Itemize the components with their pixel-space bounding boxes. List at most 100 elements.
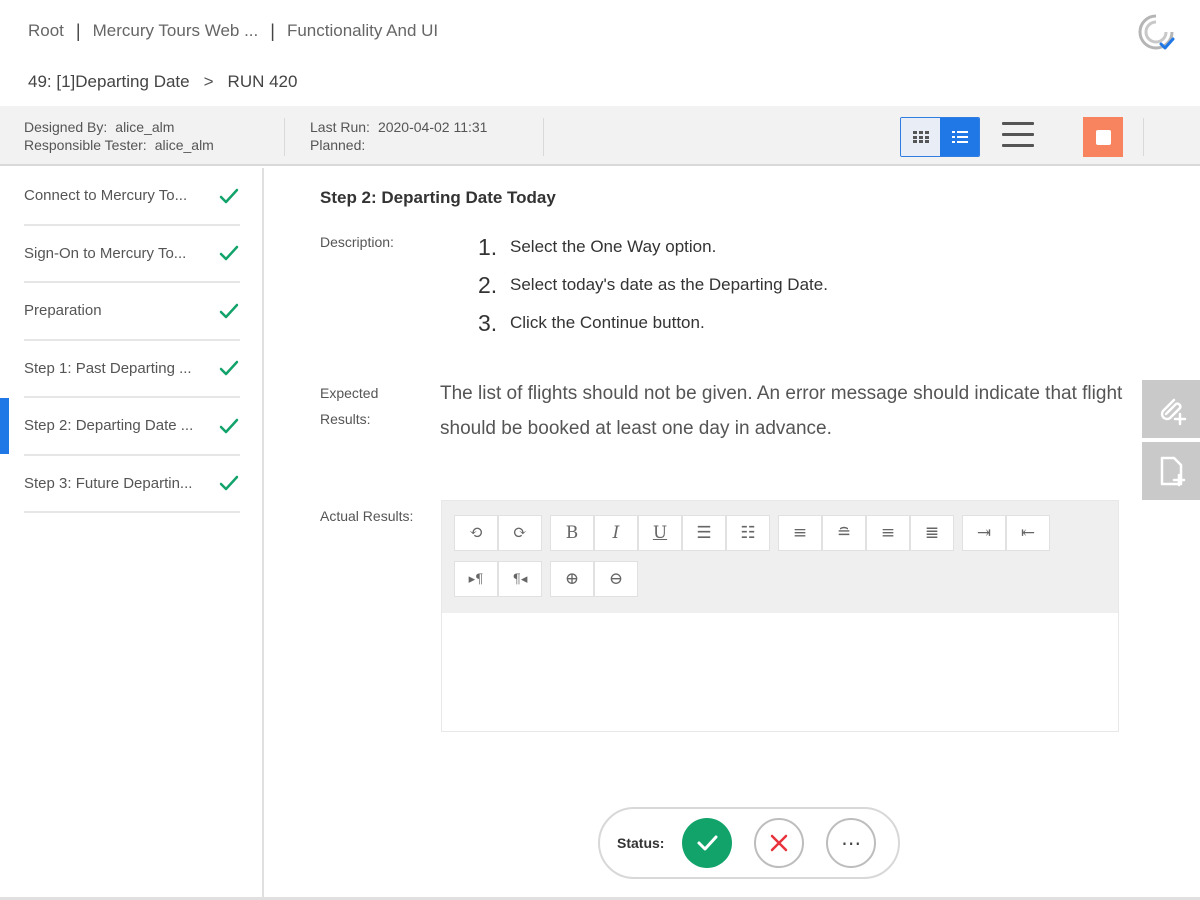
step-item[interactable]: Step 1: Past Departing ...: [24, 341, 240, 398]
history-group: ⟲ ⟳: [454, 515, 542, 551]
ltr-button[interactable]: ▸¶: [454, 561, 498, 597]
run-dates: Last Run: 2020-04-02 11:31 Planned:: [310, 118, 487, 154]
more-status-button[interactable]: ⋯: [826, 818, 877, 868]
breadcrumb: Root | Mercury Tours Web ... | Functiona…: [0, 0, 1200, 62]
actual-results-label: Actual Results:: [320, 508, 414, 524]
breadcrumb-item-root[interactable]: Root: [28, 21, 64, 41]
expected-results-label: Expected Results:: [320, 385, 379, 427]
zoom-in-button[interactable]: ⊕: [550, 561, 594, 597]
breadcrumb-item-folder[interactable]: Functionality And UI: [287, 21, 438, 41]
step-item[interactable]: Sign-On to Mercury To...: [24, 226, 240, 283]
status-bar: Status: ⋯: [598, 807, 900, 879]
step-label: Step 3: Future Departin...: [24, 474, 193, 492]
add-document-button[interactable]: [1142, 442, 1200, 500]
step-item[interactable]: Step 3: Future Departin...: [24, 456, 240, 513]
step-label: Preparation: [24, 302, 102, 320]
description-item: 3. Click the Continue button.: [478, 309, 705, 336]
actual-results-input[interactable]: [442, 613, 1118, 731]
rtl-button[interactable]: ¶◂: [498, 561, 542, 597]
step-heading: Step 2: Departing Date Today: [320, 188, 556, 207]
run-owners: Designed By: alice_alm Responsible Tester…: [24, 118, 214, 154]
check-icon: [219, 246, 239, 261]
align-group: ≡ ≘ ≡ ≣: [778, 515, 954, 551]
breadcrumb-separator: |: [75, 20, 81, 41]
bullet-list-button[interactable]: ☰: [682, 515, 726, 551]
info-divider: [543, 118, 544, 156]
breadcrumb-item-project[interactable]: Mercury Tours Web ...: [93, 21, 259, 41]
hamburger-menu-icon[interactable]: [1002, 122, 1034, 150]
info-divider: [284, 118, 285, 156]
grid-view-button[interactable]: [901, 118, 940, 156]
toolbar-divider: [1143, 118, 1144, 156]
zoom-out-button[interactable]: ⊖: [594, 561, 638, 597]
step-label: Connect to Mercury To...: [24, 187, 188, 205]
outdent-button[interactable]: ⇤: [1006, 515, 1050, 551]
check-icon: [219, 476, 239, 491]
list-icon: [951, 131, 968, 143]
run-title: 49: [1]Departing Date > RUN 420: [28, 72, 297, 92]
format-group: B I U ☰ ☷: [550, 515, 770, 551]
step-label: Sign-On to Mercury To...: [24, 244, 187, 262]
list-view-button[interactable]: [940, 118, 979, 156]
actual-results-editor: ⟲ ⟳ B I U ☰ ☷ ≡ ≘ ≡ ≣ ⇥ ⇤ ▸¶ ¶◂ ⊕ ⊖: [441, 500, 1119, 732]
step-item[interactable]: Connect to Mercury To...: [24, 168, 240, 226]
step-item-active[interactable]: Step 2: Departing Date ...: [24, 398, 240, 456]
last-run-value: 2020-04-02 11:31: [377, 119, 488, 135]
direction-group: ▸¶ ¶◂: [454, 561, 542, 597]
description-list: 1. Select the One Way option. 2. Select to…: [478, 228, 828, 342]
align-left-button[interactable]: ≡: [778, 515, 822, 551]
check-icon: [219, 361, 239, 376]
breadcrumb-separator: |: [270, 20, 275, 41]
align-right-button[interactable]: ≡: [866, 515, 910, 551]
justify-button[interactable]: ≣: [910, 515, 954, 551]
logo-icon: [1138, 14, 1175, 50]
fail-status-button[interactable]: [754, 818, 805, 868]
planned-label: Planned:: [310, 137, 366, 153]
grid-icon: [912, 131, 929, 143]
close-icon: [770, 834, 788, 852]
description-label: Description:: [320, 234, 394, 250]
add-attachment-button[interactable]: [1142, 380, 1200, 438]
active-step-marker: [0, 398, 9, 454]
indent-button[interactable]: ⇥: [962, 515, 1006, 551]
indent-group: ⇥ ⇤: [962, 515, 1050, 551]
redo-button[interactable]: ⟳: [498, 515, 542, 551]
toolbar-row: ⟲ ⟳ B I U ☰ ☷ ≡ ≘ ≡ ≣ ⇥ ⇤: [454, 515, 1106, 551]
description-item: 1. Select the One Way option.: [478, 233, 717, 260]
responsible-tester-value: alice_alm: [154, 137, 214, 153]
expected-results-text: The list of flights should not be given.…: [440, 383, 1123, 439]
test-name: 49: [1]Departing Date: [28, 72, 190, 91]
editor-toolbar: ⟲ ⟳ B I U ☰ ☷ ≡ ≘ ≡ ≣ ⇥ ⇤ ▸¶ ¶◂ ⊕ ⊖: [442, 501, 1118, 613]
responsible-tester-label: Responsible Tester:: [24, 137, 147, 153]
pass-status-button[interactable]: [682, 818, 733, 868]
step-list: Connect to Mercury To... Sign-On to Merc…: [0, 168, 264, 900]
check-icon: [697, 835, 718, 851]
designed-by-value: alice_alm: [115, 119, 175, 135]
designed-by-label: Designed By:: [24, 119, 108, 135]
step-label: Step 2: Departing Date ...: [24, 417, 194, 435]
toolbar-row: ▸¶ ¶◂ ⊕ ⊖: [454, 561, 1106, 597]
description-item: 2. Select today's date as the Departing D…: [478, 271, 828, 298]
underline-button[interactable]: U: [638, 515, 682, 551]
stop-icon: [1095, 129, 1111, 145]
view-toggle: [900, 117, 980, 157]
more-icon: ⋯: [841, 832, 862, 855]
align-center-button[interactable]: ≘: [822, 515, 866, 551]
zoom-group: ⊕ ⊖: [550, 561, 638, 597]
undo-button[interactable]: ⟲: [454, 515, 498, 551]
status-label: Status:: [617, 835, 665, 851]
check-icon: [219, 418, 239, 433]
check-icon: [219, 188, 239, 203]
bold-button[interactable]: B: [550, 515, 594, 551]
attachment-add-icon: [1160, 398, 1187, 426]
run-name: RUN 420: [227, 72, 298, 91]
last-run-label: Last Run:: [310, 119, 370, 135]
stop-run-button[interactable]: [1083, 117, 1123, 157]
step-item[interactable]: Preparation: [24, 283, 240, 341]
numbered-list-button[interactable]: ☷: [726, 515, 770, 551]
italic-button[interactable]: I: [594, 515, 638, 551]
document-add-icon: [1160, 456, 1186, 487]
check-icon: [219, 303, 239, 318]
step-label: Step 1: Past Departing ...: [24, 359, 192, 377]
run-title-arrow: >: [203, 72, 214, 91]
